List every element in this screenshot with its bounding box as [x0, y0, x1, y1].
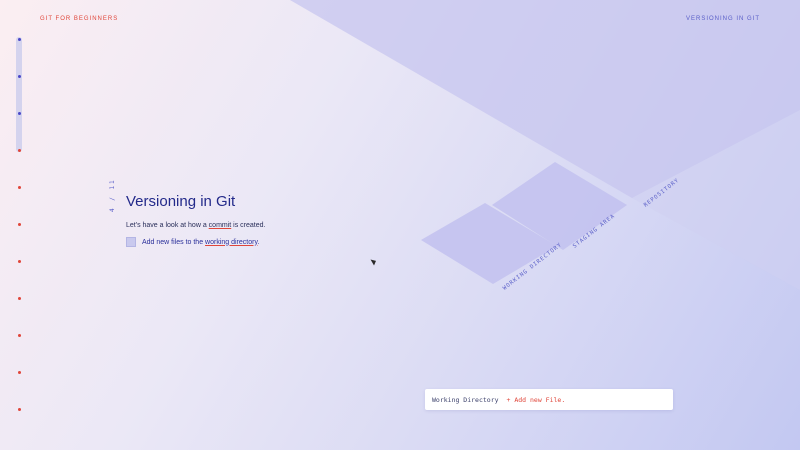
nav-dot-2[interactable] — [18, 75, 21, 78]
nav-dot-3[interactable] — [18, 112, 21, 115]
slide-counter: 4 / 11 — [109, 178, 116, 212]
add-new-file-button[interactable]: + Add new File. — [507, 396, 566, 404]
nav-dot-10[interactable] — [18, 371, 21, 374]
nav-dot-9[interactable] — [18, 334, 21, 337]
commit-link[interactable]: commit — [209, 222, 232, 229]
intro-text-before: Let's have a look at how a — [126, 222, 209, 229]
nav-dot-6[interactable] — [18, 223, 21, 226]
console-stage: Working Directory — [432, 395, 499, 404]
nav-dot-4[interactable] — [18, 149, 21, 152]
task-text-after: . — [257, 238, 260, 246]
progress-rail — [16, 37, 22, 152]
task-text-before: Add new files to the — [142, 238, 206, 246]
nav-dot-7[interactable] — [18, 260, 21, 263]
background-art — [290, 0, 800, 290]
nav-dot-1[interactable] — [18, 38, 21, 41]
intro-text: Let's have a look at how a commit is cre… — [126, 222, 265, 229]
intro-text-after: is created. — [231, 222, 266, 229]
nav-dot-5[interactable] — [18, 186, 21, 189]
page-title: Versioning in Git — [126, 193, 236, 210]
git-console[interactable]: Working Directory + Add new File. — [425, 389, 673, 410]
working-directory-link[interactable]: working directory — [205, 239, 257, 246]
task-text: Add new files to the working directory. — [142, 239, 259, 246]
task-item[interactable]: Add new files to the working directory. — [126, 237, 259, 247]
task-checkbox[interactable] — [126, 237, 136, 247]
nav-dot-11[interactable] — [18, 408, 21, 411]
chapter-title: VERSIONING IN GIT — [685, 16, 760, 22]
course-title[interactable]: GIT FOR BEGINNERS — [40, 16, 118, 22]
nav-dot-8[interactable] — [18, 297, 21, 300]
